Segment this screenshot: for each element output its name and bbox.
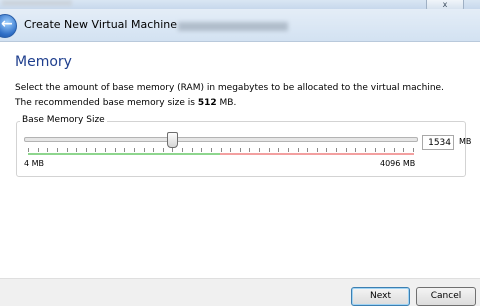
slider-tick [374, 148, 376, 152]
wizard-page: Memory Select the amount of base memory … [0, 42, 480, 278]
slider-tick [268, 148, 270, 152]
slider-tick [307, 148, 309, 152]
slider-tick [76, 148, 78, 152]
slider-tick [56, 148, 58, 152]
slider-tick [162, 148, 164, 152]
slider-tick [191, 148, 193, 152]
groupbox-label: Base Memory Size [20, 115, 107, 125]
slider-tick [259, 148, 260, 152]
slider-tick [210, 148, 212, 152]
slider-max-label: 4096 MB [380, 159, 416, 168]
slider-ticks [28, 148, 414, 152]
slider-tick [66, 148, 68, 152]
wizard-footer: Next Cancel [0, 278, 480, 306]
memory-slider-thumb[interactable] [166, 132, 178, 148]
blurred-caption-text [2, 0, 72, 6]
slider-tick [287, 148, 289, 152]
slider-tick [355, 148, 357, 152]
slider-tick [133, 148, 135, 152]
slider-tick [316, 148, 318, 152]
slider-tick [278, 148, 280, 152]
slider-tick [249, 148, 251, 152]
slider-tick [172, 148, 174, 152]
slider-min-label: 4 MB [24, 159, 45, 168]
wizard-header: ← Create New Virtual Machine [0, 9, 480, 42]
slider-tick [220, 148, 222, 152]
close-icon: x [442, 0, 448, 9]
slider-tick [85, 148, 87, 152]
slider-tick [326, 148, 328, 152]
slider-tick [336, 148, 337, 152]
slider-tick [230, 148, 232, 152]
window-caption-strip: x [0, 0, 480, 11]
memory-value-input[interactable]: 1534 [422, 135, 454, 150]
page-description: Select the amount of base memory (RAM) i… [15, 83, 444, 93]
back-button[interactable]: ← [0, 14, 17, 38]
slider-tick [413, 148, 414, 152]
slider-tick [143, 148, 145, 152]
memory-unit-label: MB [459, 137, 472, 146]
dialog-title: Create New Virtual Machine [24, 18, 178, 31]
recommended-unit: MB. [219, 98, 237, 108]
slider-tick [28, 148, 29, 152]
slider-tick [124, 148, 126, 152]
blurred-window-title [178, 22, 288, 31]
recommended-memory-text: The recommended base memory size is 512 … [15, 98, 236, 108]
warning-memory-zone [220, 153, 414, 155]
slider-tick [153, 148, 155, 152]
slider-tick [37, 148, 39, 152]
slider-tick [345, 148, 347, 152]
slider-tick [239, 148, 241, 152]
slider-tick [364, 148, 366, 152]
safe-memory-zone [28, 153, 220, 155]
slider-tick [95, 148, 97, 152]
slider-tick [297, 148, 299, 152]
slider-tick [403, 148, 405, 152]
slider-tick [182, 148, 183, 152]
slider-tick [105, 148, 106, 152]
recommended-value: 512 [197, 98, 217, 108]
slider-tick [47, 148, 49, 152]
page-title: Memory [15, 54, 72, 70]
memory-slider-track[interactable] [24, 137, 418, 142]
back-arrow-icon: ← [1, 16, 13, 32]
slider-tick [201, 148, 203, 152]
next-button[interactable]: Next [351, 287, 410, 306]
slider-tick [384, 148, 386, 152]
recommended-prefix: The recommended base memory size is [15, 98, 195, 108]
slider-tick [114, 148, 116, 152]
cancel-button[interactable]: Cancel [416, 287, 476, 306]
slider-tick [393, 148, 395, 152]
